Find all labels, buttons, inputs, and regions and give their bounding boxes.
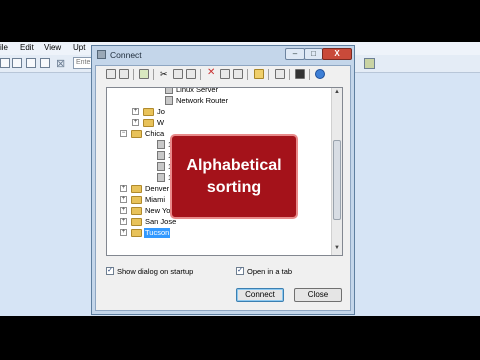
folder-icon — [143, 119, 154, 127]
connect-icon[interactable] — [0, 58, 10, 68]
dialog-title: Connect — [110, 50, 142, 60]
dialog-title-bar: Connect – □ X — [92, 46, 354, 64]
server-icon — [165, 88, 173, 94]
folder-icon — [143, 108, 154, 116]
menu-options[interactable]: Upt — [73, 43, 85, 52]
new-folder-icon[interactable] — [254, 69, 264, 79]
folder-icon — [131, 218, 142, 226]
folder-icon — [131, 130, 142, 138]
scroll-up-icon[interactable]: ▲ — [333, 89, 341, 97]
toolbar-extra-icon[interactable] — [364, 58, 375, 69]
lock-icon[interactable] — [275, 69, 285, 79]
toolbar-separator — [309, 69, 310, 80]
properties-icon[interactable] — [220, 69, 230, 79]
folder-icon — [131, 229, 142, 237]
toolbar-separator — [133, 69, 134, 80]
help-icon[interactable] — [315, 69, 325, 79]
maximize-button[interactable]: □ — [304, 48, 323, 60]
show-dialog-checkbox[interactable]: ✓ — [106, 267, 114, 275]
expand-icon[interactable]: + — [120, 229, 127, 236]
dialog-toolbar: ✂ ✕ — [96, 66, 350, 83]
server-icon — [165, 96, 173, 105]
menu-edit[interactable]: Edit — [20, 43, 34, 52]
application-window: ile Edit View Upt ⊠ Ente Connect – □ X ✂… — [0, 42, 480, 316]
folder-icon — [131, 196, 142, 204]
new-session-icon[interactable] — [139, 69, 149, 79]
toolbar-separator — [289, 69, 290, 80]
expand-icon[interactable]: + — [120, 218, 127, 225]
expand-icon[interactable]: + — [120, 185, 127, 192]
scroll-thumb[interactable] — [333, 140, 341, 220]
toolbar-separator — [200, 69, 201, 80]
server-icon — [157, 151, 165, 160]
connect-icon[interactable] — [106, 69, 116, 79]
open-in-tab-label: Open in a tab — [247, 267, 293, 276]
scroll-down-icon[interactable]: ▼ — [333, 245, 341, 253]
show-dialog-label: Show dialog on startup — [117, 267, 194, 276]
collapse-icon[interactable]: − — [120, 130, 127, 137]
expand-icon[interactable]: + — [132, 108, 139, 115]
toolbar-separator — [247, 69, 248, 80]
terminal-icon[interactable] — [295, 69, 305, 79]
caption-line-1: Alphabetical — [186, 156, 282, 174]
menu-file[interactable]: ile — [0, 43, 8, 52]
toolbar-separator — [268, 69, 269, 80]
close-dialog-button[interactable]: Close — [294, 288, 342, 302]
minimize-button[interactable]: – — [285, 48, 305, 60]
toolbar-separator — [153, 69, 154, 80]
server-icon — [157, 140, 165, 149]
find-icon[interactable] — [233, 69, 243, 79]
close-icon[interactable]: ⊠ — [56, 57, 65, 70]
app-icon — [97, 50, 106, 59]
server-icon — [157, 173, 165, 182]
paste-icon[interactable] — [186, 69, 196, 79]
connect-button[interactable]: Connect — [236, 288, 284, 302]
server-icon — [157, 162, 165, 171]
folder-icon — [131, 207, 142, 215]
expand-icon[interactable]: + — [132, 119, 139, 126]
expand-icon[interactable]: + — [120, 207, 127, 214]
cut-icon[interactable]: ✂ — [160, 69, 170, 79]
delete-icon[interactable]: ✕ — [207, 68, 217, 79]
clone-icon[interactable] — [40, 58, 50, 68]
copy-icon[interactable] — [173, 69, 183, 79]
folder-icon — [131, 185, 142, 193]
menu-view[interactable]: View — [44, 43, 61, 52]
tree-scrollbar[interactable]: ▲ ▼ — [331, 88, 342, 255]
dialog-content: ✂ ✕ Linux Server Network Router + Jo + W… — [95, 65, 351, 311]
caption-line-2: sorting — [206, 178, 262, 196]
open-in-tab-checkbox[interactable]: ✓ — [236, 267, 244, 275]
close-button[interactable]: X — [322, 48, 352, 60]
disconnect-icon[interactable] — [119, 69, 129, 79]
expand-icon[interactable]: + — [120, 196, 127, 203]
video-caption-overlay: Alphabetical sorting — [170, 134, 298, 219]
disconnect-icon[interactable] — [26, 58, 36, 68]
connect-dialog: Connect – □ X ✂ ✕ Linux Server Network R… — [91, 45, 355, 315]
reconnect-icon[interactable] — [12, 58, 22, 68]
